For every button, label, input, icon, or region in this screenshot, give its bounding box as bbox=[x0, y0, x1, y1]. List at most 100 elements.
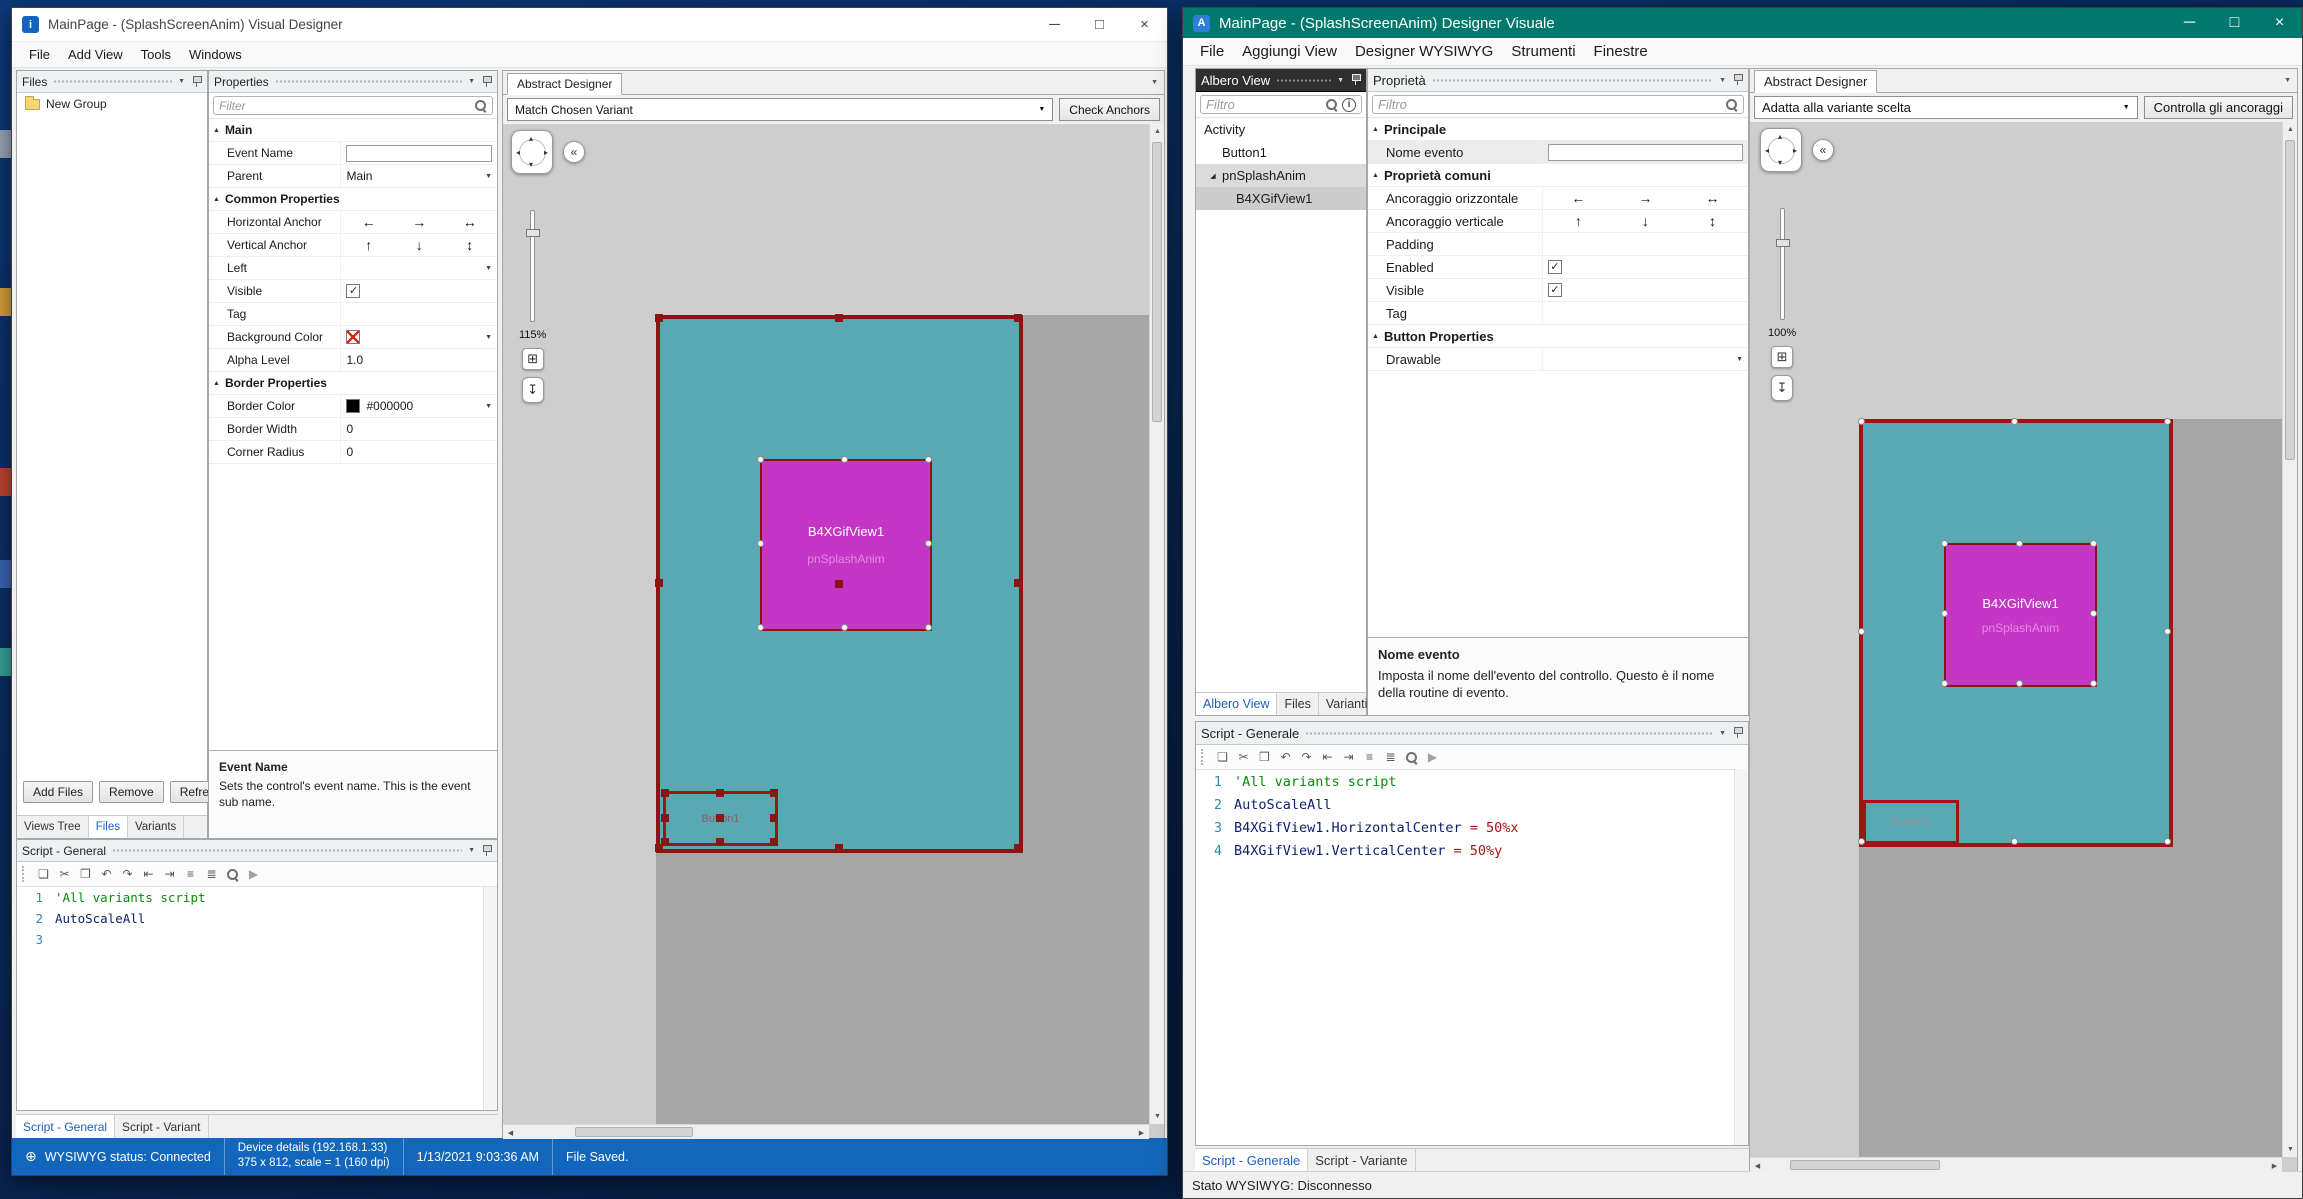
anchor-dot[interactable] bbox=[2090, 610, 2097, 617]
section-proprieta-comuni[interactable]: ▲Proprietà comuni bbox=[1368, 164, 1748, 187]
property-row-horizontal-anchor[interactable]: Horizontal Anchor←→↔ bbox=[209, 211, 497, 234]
check-anchors-button[interactable]: Check Anchors bbox=[1059, 98, 1160, 121]
selection-handle[interactable] bbox=[661, 789, 669, 797]
code-line[interactable]: 3 bbox=[17, 929, 483, 950]
chevron-down-icon[interactable]: ▼ bbox=[2284, 77, 2291, 84]
taskbar-icon[interactable] bbox=[0, 648, 11, 676]
designer-canvas[interactable]: B4XGifView1 pnSplashAnim Button1 ▴ ▾ ◂ ▸… bbox=[1750, 122, 2297, 1172]
variant-combobox[interactable]: Match Chosen Variant ▼ bbox=[507, 98, 1053, 121]
chevron-down-icon[interactable]: ▼ bbox=[485, 403, 492, 410]
add-files-button[interactable]: Add Files bbox=[23, 781, 93, 803]
code-line[interactable]: 2AutoScaleAll bbox=[17, 908, 483, 929]
code-editor[interactable]: 1'All variants script 2AutoScaleAll 3 bbox=[17, 887, 483, 1110]
anchor-dot[interactable] bbox=[757, 540, 764, 547]
chevron-down-icon[interactable]: ▼ bbox=[468, 847, 475, 854]
scroll-up-icon[interactable]: ▲ bbox=[1150, 124, 1164, 139]
vertical-scrollbar[interactable]: ▲ ▼ bbox=[2282, 122, 2297, 1157]
property-row-padding[interactable]: Padding bbox=[1368, 233, 1748, 256]
close-button[interactable]: × bbox=[1122, 8, 1167, 41]
chevron-down-icon[interactable]: ▼ bbox=[468, 78, 475, 85]
tab-variants[interactable]: Variants bbox=[128, 816, 184, 838]
uncomment-icon[interactable]: ≣ bbox=[1381, 748, 1400, 767]
menu-file[interactable]: File bbox=[20, 44, 59, 65]
zoom-slider[interactable] bbox=[1780, 208, 1785, 320]
screenshot-button[interactable]: ↧ bbox=[1771, 375, 1793, 401]
scroll-down-icon[interactable]: ▼ bbox=[2283, 1142, 2297, 1157]
section-common-properties[interactable]: ▲Common Properties bbox=[209, 188, 497, 211]
anchor-dot[interactable] bbox=[757, 624, 764, 631]
selection-handle[interactable] bbox=[655, 314, 663, 322]
maximize-button[interactable]: □ bbox=[1077, 8, 1122, 41]
event-name-input[interactable] bbox=[346, 145, 492, 162]
pan-right-icon[interactable]: ▸ bbox=[544, 149, 548, 157]
menu-file[interactable]: File bbox=[1191, 40, 1233, 63]
property-row-drawable[interactable]: Drawable▼ bbox=[1368, 348, 1748, 371]
selection-handle[interactable] bbox=[835, 314, 843, 322]
toolbar-grip-icon[interactable] bbox=[22, 866, 28, 882]
property-row-alpha-level[interactable]: Alpha Level1.0 bbox=[209, 349, 497, 372]
selection-handle[interactable] bbox=[661, 814, 669, 822]
anchor-dot[interactable] bbox=[925, 624, 932, 631]
anchor-dot[interactable] bbox=[925, 540, 932, 547]
taskbar-icon[interactable] bbox=[0, 288, 11, 316]
scrollbar-thumb[interactable] bbox=[2285, 140, 2295, 460]
scroll-left-icon[interactable]: ◀ bbox=[1750, 1158, 1765, 1172]
selection-handle[interactable] bbox=[655, 579, 663, 587]
scrollbar-thumb[interactable] bbox=[1790, 1160, 1940, 1170]
chevron-down-icon[interactable]: ▼ bbox=[1719, 77, 1726, 84]
refresh-button[interactable]: Refresh bbox=[170, 781, 213, 803]
taskbar-icon[interactable] bbox=[0, 468, 11, 496]
zoom-slider[interactable] bbox=[530, 210, 535, 322]
color-swatch-none[interactable] bbox=[346, 330, 360, 344]
scroll-right-icon[interactable]: ▶ bbox=[2267, 1158, 2282, 1172]
redo-icon[interactable]: ↷ bbox=[1297, 748, 1316, 767]
chevron-down-icon[interactable]: ▼ bbox=[485, 173, 492, 180]
menu-finestre[interactable]: Finestre bbox=[1585, 40, 1657, 63]
anchor-top-icon[interactable]: ↑ bbox=[1575, 213, 1582, 229]
tab-script-variant[interactable]: Script - Variant bbox=[115, 1115, 208, 1138]
uncomment-icon[interactable]: ≣ bbox=[202, 865, 221, 884]
anchor-bottom-icon[interactable]: ↓ bbox=[1642, 213, 1649, 229]
redo-icon[interactable]: ↷ bbox=[118, 865, 137, 884]
comment-icon[interactable]: ≡ bbox=[1360, 748, 1379, 767]
tree-item-pnsplashanim[interactable]: ◢pnSplashAnim bbox=[1196, 164, 1366, 187]
tab-views-tree[interactable]: Views Tree bbox=[17, 816, 89, 838]
code-scrollbar[interactable] bbox=[1734, 769, 1748, 1145]
tab-abstract-designer[interactable]: Abstract Designer bbox=[507, 73, 622, 95]
horizontal-scrollbar[interactable]: ◀ ▶ bbox=[503, 1124, 1149, 1139]
indent-icon[interactable]: ⇥ bbox=[1339, 748, 1358, 767]
selection-handle[interactable] bbox=[770, 814, 778, 822]
code-line[interactable]: 2AutoScaleAll bbox=[1196, 793, 1734, 816]
pin-icon[interactable] bbox=[1732, 74, 1743, 86]
tree-item-button1[interactable]: Button1 bbox=[1196, 141, 1366, 164]
info-icon[interactable]: i bbox=[1342, 98, 1356, 112]
anchor-dot[interactable] bbox=[1941, 680, 1948, 687]
anchor-dot[interactable] bbox=[841, 624, 848, 631]
indent-icon[interactable]: ⇥ bbox=[160, 865, 179, 884]
scroll-up-icon[interactable]: ▲ bbox=[2283, 122, 2297, 137]
pan-down-icon[interactable]: ▾ bbox=[1778, 159, 1782, 167]
pin-icon[interactable] bbox=[191, 76, 202, 88]
anchor-top-icon[interactable]: ↑ bbox=[365, 237, 372, 253]
selection-handle[interactable] bbox=[661, 838, 669, 846]
pan-left-icon[interactable]: ◂ bbox=[516, 149, 520, 157]
grid-toggle-button[interactable]: ⊞ bbox=[1771, 346, 1793, 368]
view-button1[interactable]: Button1 bbox=[1863, 800, 1959, 844]
tab-files[interactable]: Files bbox=[1277, 693, 1318, 715]
section-button-properties[interactable]: ▲Button Properties bbox=[1368, 325, 1748, 348]
pin-icon[interactable] bbox=[481, 76, 492, 88]
files-panel-header[interactable]: Files ▼ bbox=[17, 71, 207, 93]
property-row-corner-radius[interactable]: Corner Radius0 bbox=[209, 441, 497, 464]
anchor-dot[interactable] bbox=[2016, 540, 2023, 547]
anchor-both-icon[interactable]: ↕ bbox=[466, 237, 473, 253]
titlebar[interactable]: i MainPage - (SplashScreenAnim) Visual D… bbox=[12, 8, 1167, 42]
anchor-dot[interactable] bbox=[2164, 418, 2171, 425]
minimize-button[interactable]: ─ bbox=[1032, 8, 1077, 41]
tree-expander-icon[interactable]: ◢ bbox=[1208, 172, 1218, 180]
anchor-left-icon[interactable]: ← bbox=[362, 214, 376, 230]
cut-icon[interactable]: ✂ bbox=[55, 865, 74, 884]
tab-albero-view[interactable]: Albero View bbox=[1196, 693, 1277, 715]
views-tree-header[interactable]: Albero View ▼ bbox=[1196, 69, 1366, 92]
anchor-right-icon[interactable]: → bbox=[412, 214, 426, 230]
pan-up-icon[interactable]: ▴ bbox=[529, 135, 533, 143]
